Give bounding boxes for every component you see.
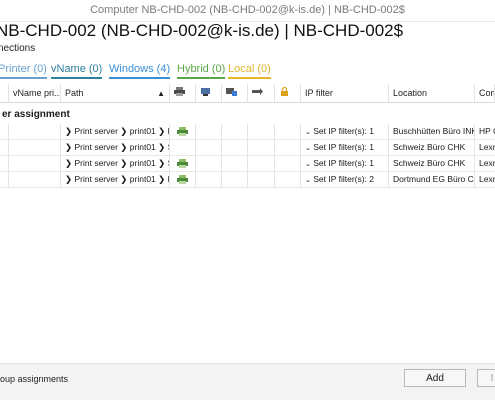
vname-cell <box>9 156 61 171</box>
printer-icon <box>174 87 185 96</box>
comment-cell: Lexm <box>479 158 495 168</box>
vname-cell <box>9 124 61 139</box>
comment-cell: Lexm <box>479 174 495 184</box>
ip-filter-value: Set IP filter(s): 1 <box>313 142 375 152</box>
tab-local[interactable]: Local (0) <box>228 63 271 79</box>
column-header-vname[interactable]: vName pri... <box>9 84 61 103</box>
lock-cell <box>275 156 301 171</box>
chevron-down-icon[interactable]: ⌄ <box>305 177 311 184</box>
section-subtitle: nections <box>0 43 36 54</box>
table-row[interactable]: ❯ Print server ❯ print01 ❯ S... ⌄ Set IP… <box>0 140 495 156</box>
column-header-share[interactable] <box>222 84 248 103</box>
add-button[interactable]: Add <box>404 369 466 387</box>
path-cell: ❯ Print server ❯ print01 ❯ S... <box>61 140 170 155</box>
row-select-cell[interactable] <box>0 140 9 155</box>
row-select-cell[interactable] <box>0 172 9 187</box>
location-cell: Dortmund EG Büro C... <box>389 172 475 187</box>
network-cell <box>196 156 222 171</box>
ip-filter-cell[interactable]: ⌄ Set IP filter(s): 2 <box>301 172 389 187</box>
printer-icon <box>177 159 188 168</box>
column-header-network[interactable] <box>196 84 222 103</box>
printer-icon <box>177 127 188 136</box>
ip-filter-value: Set IP filter(s): 1 <box>313 158 375 168</box>
path-cell: ❯ Print server ❯ print01 ❯ D... <box>61 172 170 187</box>
tab-printer[interactable]: Printer (0) <box>0 63 47 79</box>
table-row[interactable]: ❯ Print server ❯ print01 ❯ D... ⌄ Set IP… <box>0 172 495 188</box>
ip-filter-cell[interactable]: ⌄ Set IP filter(s): 1 <box>301 140 389 155</box>
chevron-down-icon[interactable]: ⌄ <box>305 129 311 136</box>
lock-icon <box>281 87 288 96</box>
vname-cell <box>9 172 61 187</box>
path-cell: ❯ Print server ❯ print01 ❯ B... <box>61 124 170 139</box>
default-cell <box>248 172 275 187</box>
column-header-path-label: Path <box>65 88 84 98</box>
group-header-row[interactable]: er assignment <box>0 106 495 123</box>
ip-filter-value: Set IP filter(s): 2 <box>313 174 375 184</box>
location-cell: Schweiz Büro CHK <box>389 140 475 155</box>
column-header-path[interactable]: Path ▲ <box>61 84 170 103</box>
column-header-printer[interactable] <box>170 84 196 103</box>
column-header-location[interactable]: Location <box>389 84 475 103</box>
printer-cell <box>170 156 196 171</box>
share-cell <box>222 140 248 155</box>
sort-ascending-icon: ▲ <box>157 89 165 98</box>
comment-cell: Lexm <box>479 142 495 152</box>
page-title: NB-CHD-002 (NB-CHD-002@k-is.de) | NB-CHD… <box>0 21 404 40</box>
network-cell <box>196 172 222 187</box>
next-button[interactable]: I <box>477 369 495 387</box>
lock-cell <box>275 124 301 139</box>
printer-icon <box>177 175 188 184</box>
network-printer-icon <box>201 88 210 96</box>
column-header-lock[interactable] <box>275 84 301 103</box>
lock-cell <box>275 140 301 155</box>
default-cell <box>248 156 275 171</box>
vname-cell <box>9 140 61 155</box>
default-cell <box>248 140 275 155</box>
tab-hybrid[interactable]: Hybrid (0) <box>177 63 226 79</box>
network-cell <box>196 140 222 155</box>
printer-cell <box>170 140 196 155</box>
network-cell <box>196 124 222 139</box>
default-icon <box>252 88 263 95</box>
column-header-blank[interactable] <box>0 84 9 103</box>
path-cell: ❯ Print server ❯ print01 ❯ S... <box>61 156 170 171</box>
printer-cell <box>170 172 196 187</box>
table-row[interactable]: ❯ Print server ❯ print01 ❯ S... ⌄ Set IP… <box>0 156 495 172</box>
table-row[interactable]: ❯ Print server ❯ print01 ❯ B... ⌄ Set IP… <box>0 124 495 140</box>
printer-cell <box>170 124 196 139</box>
chevron-down-icon[interactable]: ⌄ <box>305 161 311 168</box>
share-cell <box>222 172 248 187</box>
share-cell <box>222 124 248 139</box>
shared-printer-icon <box>226 88 237 96</box>
location-cell: Buschhütten Büro INK <box>389 124 475 139</box>
column-header-ip-filter[interactable]: IP filter <box>301 84 389 103</box>
ip-filter-cell[interactable]: ⌄ Set IP filter(s): 1 <box>301 124 389 139</box>
ip-filter-cell[interactable]: ⌄ Set IP filter(s): 1 <box>301 156 389 171</box>
tab-windows[interactable]: Windows (4) <box>109 63 171 79</box>
comment-cell: HP C <box>479 126 495 136</box>
chevron-down-icon[interactable]: ⌄ <box>305 145 311 152</box>
row-select-cell[interactable] <box>0 124 9 139</box>
window-title: Computer NB-CHD-002 (NB-CHD-002@k-is.de)… <box>0 0 495 22</box>
ip-filter-value: Set IP filter(s): 1 <box>313 126 375 136</box>
column-header-default[interactable] <box>248 84 275 103</box>
column-header-comment[interactable]: Com <box>475 84 495 103</box>
group-assignments-label[interactable]: oup assignments <box>0 374 68 384</box>
row-select-cell[interactable] <box>0 156 9 171</box>
lock-cell <box>275 172 301 187</box>
default-cell <box>248 124 275 139</box>
share-cell <box>222 156 248 171</box>
location-cell: Schweiz Büro CHK <box>389 156 475 171</box>
tab-vname[interactable]: vName (0) <box>51 63 103 79</box>
